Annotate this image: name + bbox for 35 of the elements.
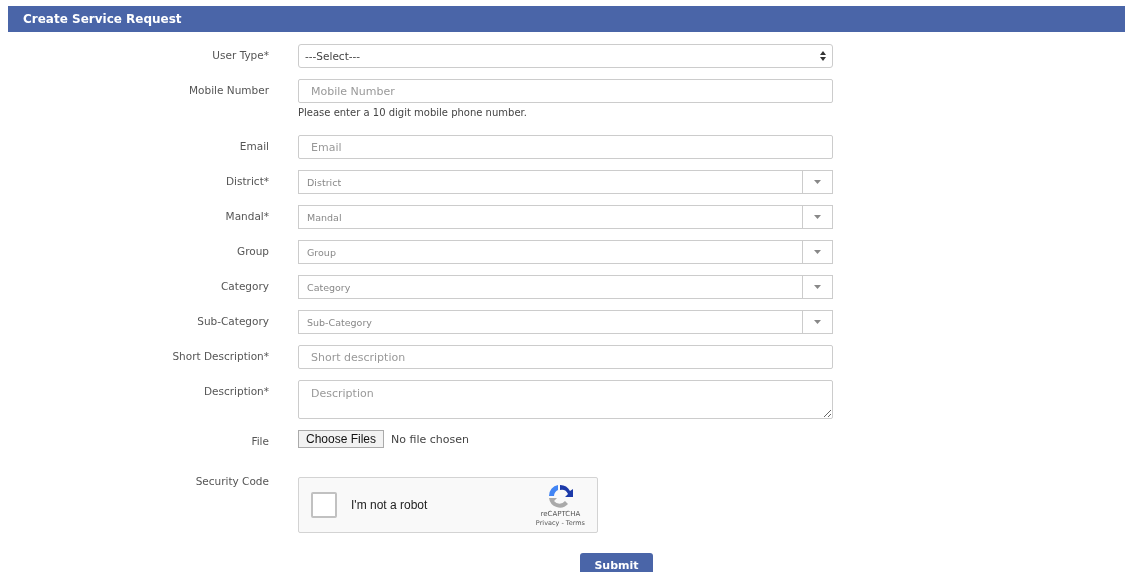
field-label: Sub-Category — [197, 314, 269, 329]
captcha-label: I'm not a robot — [351, 498, 429, 512]
captcha-checkbox[interactable] — [311, 492, 337, 518]
submit-button[interactable]: Submit — [580, 553, 653, 572]
file-status: No file chosen — [391, 432, 469, 446]
text-area[interactable]: Description — [298, 380, 833, 419]
field-label: Email — [239, 139, 269, 154]
sort-icon — [820, 51, 826, 61]
caret-icon — [814, 215, 821, 219]
user-type-select[interactable]: ---Select--- — [298, 44, 833, 68]
field-label: Description* — [203, 384, 269, 399]
dropdown-field[interactable]: Sub-Category — [298, 310, 833, 334]
input-field[interactable]: Email — [298, 135, 833, 159]
header-bar: Create Service Request — [8, 6, 1125, 32]
caret-icon — [814, 285, 821, 289]
field-label: Mandal* — [225, 209, 269, 224]
choose-files-button[interactable]: Choose Files — [298, 430, 385, 448]
field-label: File — [251, 434, 269, 448]
caret-icon — [814, 250, 821, 254]
field-label: Short Description* — [172, 349, 269, 364]
field-label: Security Code — [195, 474, 269, 489]
field-label: Category — [221, 279, 269, 294]
field-label: District* — [226, 174, 269, 189]
dropdown-field[interactable]: Category — [298, 275, 833, 299]
dropdown-field[interactable]: District — [298, 170, 833, 194]
dropdown-field[interactable]: Mandal — [298, 205, 833, 229]
input-field[interactable]: Short description — [298, 345, 833, 369]
field-label: Mobile Number — [189, 83, 269, 98]
input-field[interactable]: Mobile Number — [298, 79, 833, 103]
caret-icon — [814, 180, 821, 184]
caret-icon — [814, 320, 821, 324]
dropdown-field[interactable]: Group — [298, 240, 833, 264]
field-label: Group — [237, 244, 269, 259]
help-text: Please enter a 10 digit mobile phone number. — [298, 107, 528, 118]
field-label: User Type* — [212, 48, 269, 63]
